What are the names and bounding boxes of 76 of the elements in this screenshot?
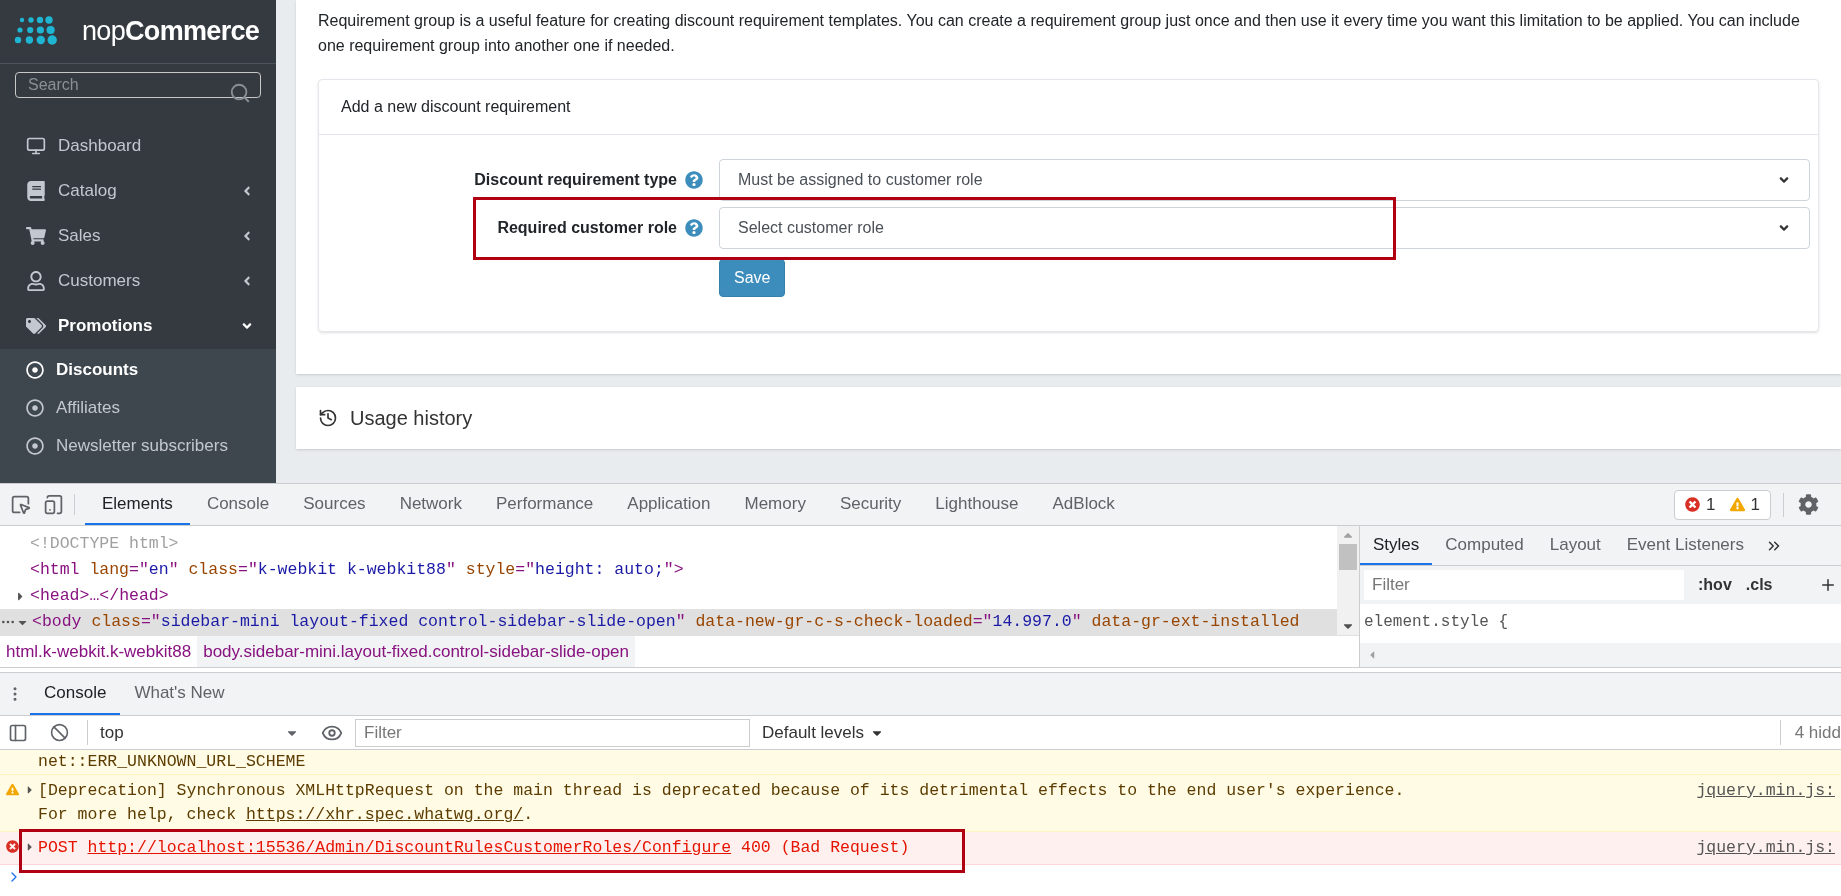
warning-count: 1 [1750, 493, 1760, 516]
menu-item-icon [26, 271, 46, 291]
dom-node-line[interactable]: <head>…</head> [0, 583, 1337, 609]
search-icon [229, 82, 251, 104]
clear-console-icon[interactable] [50, 723, 69, 742]
sidebar-toggle-icon[interactable] [8, 722, 28, 743]
help-icon[interactable] [685, 171, 703, 189]
warning-icon [1729, 497, 1745, 512]
dom-node-line[interactable]: <html lang="en" class="k-webkit k-webkit88" style="height: auto;"> [0, 557, 1337, 583]
submenu-item[interactable]: Affiliates [0, 388, 276, 427]
menu-item-icon [26, 316, 46, 336]
save-button[interactable]: Save [719, 259, 786, 297]
menu-item-icon [26, 136, 46, 156]
help-icon[interactable] [685, 219, 703, 237]
menu-item-icon [26, 226, 46, 246]
hov-toggle[interactable]: :hov [1698, 573, 1732, 597]
message-link[interactable]: https://xhr.spec.whatwg.org/ [245, 805, 524, 824]
history-icon [318, 408, 338, 428]
devtools-tab[interactable]: Sources [286, 484, 383, 525]
error-count: 1 [1706, 493, 1716, 516]
styles-tab[interactable]: Layout [1536, 526, 1614, 565]
breadcrumb[interactable]: body.sidebar-mini.layout-fixed.control-sidebar-slide-open [197, 636, 635, 667]
styles-tab[interactable]: Styles [1360, 526, 1433, 565]
scrollbar-thumb[interactable] [1339, 544, 1357, 570]
search-field[interactable]: Search [15, 72, 261, 98]
console-filter-field[interactable]: Filter [355, 718, 750, 747]
styles-tab[interactable]: Event Listeners [1613, 526, 1757, 565]
devtools-tab[interactable]: Elements [85, 484, 190, 525]
menu-item-icon [26, 181, 46, 201]
field-label: Discount requirement type [474, 170, 677, 190]
console-message: net::ERR_UNKNOWN_URL_SCHEME [38, 751, 307, 773]
devtools-tab[interactable]: Security [822, 484, 919, 525]
context-selector[interactable]: top [87, 719, 305, 746]
intro-text: Requirement group is a useful feature for creating discount requirement templates. You can create a requirement group just once and then use it every time you want this limitation to be applied. You can include one requirement group into another one if needed. [318, 11, 1801, 56]
select-field[interactable]: Must be assigned to customer role [719, 159, 1810, 201]
scrollbar[interactable] [1337, 526, 1359, 635]
select-field[interactable]: Select customer role [719, 207, 1810, 249]
message-link[interactable]: http://localhost:15536/Admin/DiscountRulesCustomerRoles/Configure [87, 838, 732, 857]
issue-counter[interactable]: 1 1 [1674, 489, 1771, 520]
inspect-icon[interactable] [10, 494, 31, 515]
device-toolbar-icon[interactable] [43, 494, 64, 515]
error-icon [1685, 497, 1701, 512]
console-message: POST http://localhost:15536/Admin/DiscountRulesCustomerRoles/Configure 400 (Bad Request) [38, 837, 911, 859]
css-rule-selector: element.style { [1364, 612, 1509, 633]
devtools-tab[interactable]: Memory [727, 484, 823, 525]
source-link[interactable]: jquery.min.js: [1696, 836, 1835, 860]
source-link[interactable]: jquery.min.js: [1696, 779, 1835, 803]
sidebar-item[interactable]: Promotions [0, 303, 276, 349]
devtools-tab[interactable]: Performance [479, 484, 611, 525]
sidebar-item[interactable]: Dashboard [0, 123, 276, 169]
add-rule-icon[interactable] [1819, 576, 1837, 594]
devtools-tab[interactable]: Lighthouse [918, 484, 1036, 525]
devtools-tab[interactable]: Console [189, 484, 287, 525]
card-title: Add a new discount requirement [319, 80, 1818, 135]
sidebar-item[interactable]: Customers [0, 258, 276, 304]
submenu-item[interactable]: Discounts [0, 350, 276, 389]
brand-name: nopCommerce [82, 15, 260, 49]
usage-history-card[interactable]: Usage history [296, 387, 1841, 449]
settings-icon[interactable] [1798, 494, 1819, 515]
devtools-tab[interactable]: AdBlock [1035, 484, 1132, 525]
sidebar-item[interactable]: Sales [0, 213, 276, 259]
log-levels-dropdown[interactable]: Default levels [762, 719, 885, 746]
sidebar-item[interactable]: Catalog [0, 168, 276, 214]
devtools-tab[interactable]: Network [382, 484, 479, 525]
cls-toggle[interactable]: .cls [1745, 573, 1773, 597]
styles-tab[interactable]: Computed [1432, 526, 1537, 565]
error-icon [6, 840, 19, 853]
devtools-tab[interactable]: Application [610, 484, 728, 525]
warning-icon [6, 783, 19, 796]
console-message: [Deprecation] Synchronous XMLHttpRequest on the main thread is deprecated because of its detrimental effects to the end user's experience. For more help, check https://xhr.spec.whatwg.org/. [38, 780, 1406, 826]
submenu-item[interactable]: Newsletter subscribers [0, 426, 276, 465]
breadcrumb[interactable]: html.k-webkit.k-webkit88 [0, 636, 198, 667]
field-label: Required customer role [497, 218, 677, 238]
drawer-tab[interactable]: What's New [120, 673, 239, 715]
styles-filter-field[interactable]: Filter [1364, 570, 1684, 600]
hidden-count: 4 hidd [1779, 719, 1841, 746]
